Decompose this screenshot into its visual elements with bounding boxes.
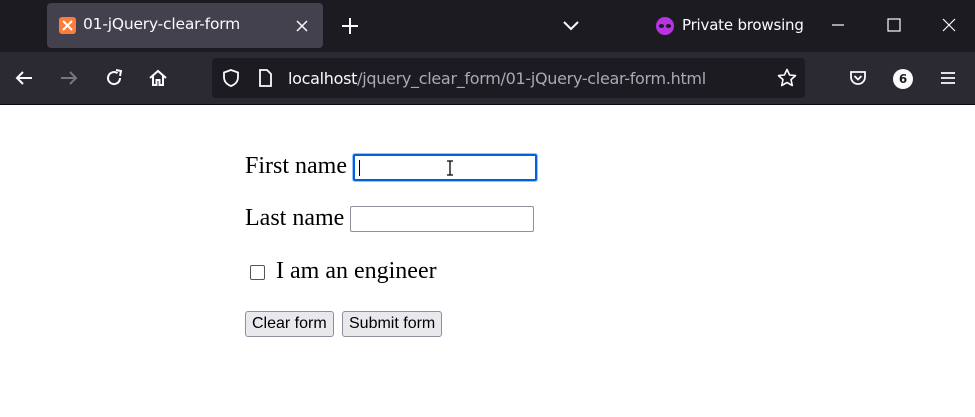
url-text: localhost/jquery_clear_form/01-jQuery-cl… <box>288 69 706 88</box>
back-arrow-icon[interactable] <box>14 68 34 88</box>
hamburger-menu-icon[interactable] <box>938 68 958 88</box>
last-name-input[interactable] <box>350 206 534 232</box>
engineer-checkbox-label: I am an engineer <box>276 258 437 284</box>
navigation-toolbar: localhost/jquery_clear_form/01-jQuery-cl… <box>0 52 975 105</box>
pocket-icon[interactable] <box>848 68 868 88</box>
xampp-favicon-icon <box>59 17 76 34</box>
bookmark-star-icon[interactable] <box>777 68 797 88</box>
forward-arrow-icon[interactable] <box>59 68 79 88</box>
text-caret <box>359 160 360 176</box>
url-path: /jquery_clear_form/01-jQuery-clear-form.… <box>357 69 706 88</box>
submit-form-button[interactable]: Submit form <box>342 311 443 337</box>
maximize-window-icon[interactable] <box>885 16 903 34</box>
private-browsing-label: Private browsing <box>682 16 804 34</box>
private-browsing-mask-icon <box>655 16 675 36</box>
home-icon[interactable] <box>148 68 168 88</box>
browser-tab[interactable]: 01-jQuery-clear-form <box>47 3 323 48</box>
tab-strip: 01-jQuery-clear-form Private browsing <box>0 0 975 52</box>
list-all-tabs-chevron-icon[interactable] <box>561 16 581 36</box>
minimize-window-icon[interactable] <box>829 16 847 34</box>
tracking-protection-shield-icon[interactable] <box>221 68 241 88</box>
new-tab-plus-icon[interactable] <box>340 16 360 36</box>
address-bar[interactable]: localhost/jquery_clear_form/01-jQuery-cl… <box>212 58 805 98</box>
reload-icon[interactable] <box>104 68 124 88</box>
first-name-label: First name <box>245 153 347 179</box>
close-tab-icon[interactable] <box>293 17 311 35</box>
mouse-ibeam-cursor-icon <box>446 160 454 176</box>
last-name-label: Last name <box>245 205 345 231</box>
close-window-icon[interactable] <box>940 16 958 34</box>
clear-form-button[interactable]: Clear form <box>245 311 334 337</box>
page-info-icon[interactable] <box>255 68 275 88</box>
tab-title: 01-jQuery-clear-form <box>83 15 241 33</box>
page-content: First name Last name I am an engineer Cl… <box>0 105 975 417</box>
engineer-checkbox[interactable] <box>250 265 265 280</box>
first-name-input[interactable] <box>353 154 537 181</box>
url-host: localhost <box>288 69 358 88</box>
extensions-badge[interactable]: 6 <box>893 69 913 89</box>
